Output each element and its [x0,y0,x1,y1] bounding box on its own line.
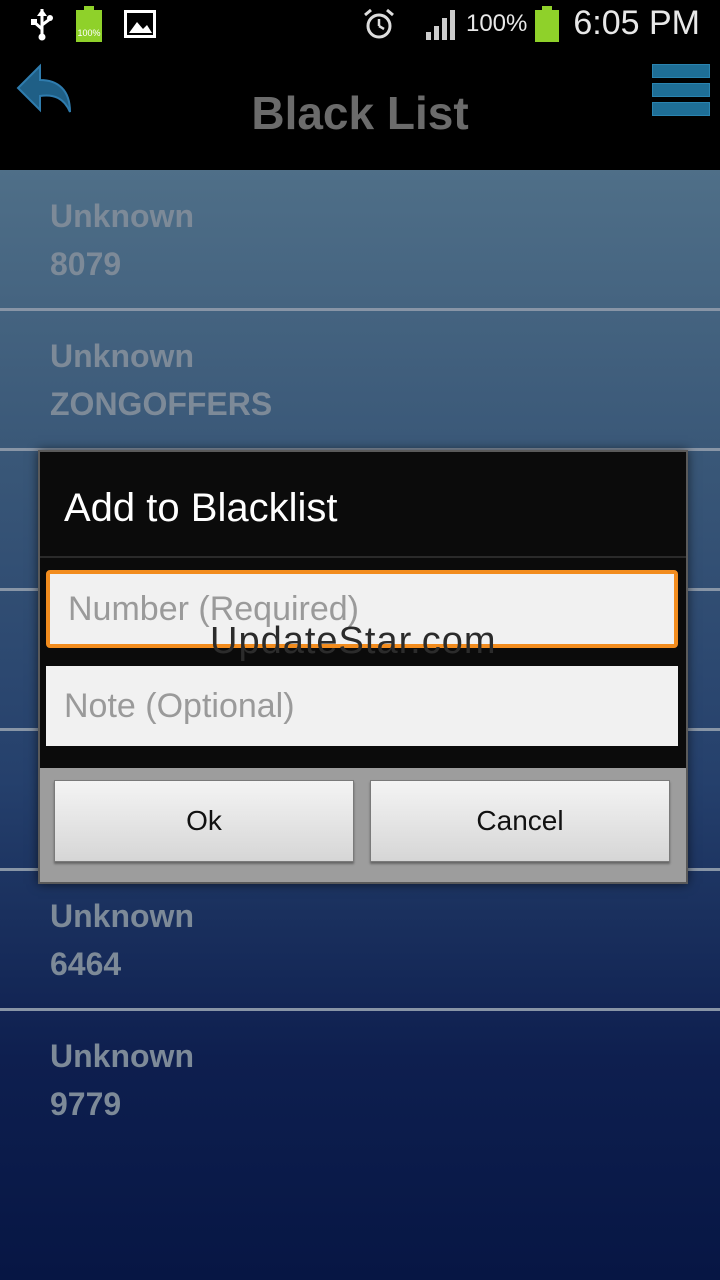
list-item[interactable]: Unknown 9779 [0,1010,720,1148]
number-field[interactable] [46,570,678,648]
usb-icon [31,9,53,41]
contact-name: Unknown [50,1038,194,1074]
contact-name: Unknown [50,198,194,234]
list-item[interactable]: Unknown 8079 [0,170,720,311]
battery-percent: 100% [465,9,528,37]
dialog-title: Add to Blacklist [64,486,338,530]
contact-number: 8079 [50,246,122,282]
contact-number: 9779 [50,1086,122,1122]
note-input[interactable] [46,666,678,746]
ok-button[interactable]: Ok [54,780,354,862]
alarm-icon [364,8,394,38]
title-bar: Black List [0,50,720,170]
contact-name: Unknown [50,338,194,374]
dialog-button-bar: Ok Cancel [40,768,686,882]
menu-button[interactable] [652,64,710,116]
menu-icon-bar [652,102,710,116]
signal-icon [425,9,455,40]
menu-icon-bar [652,64,710,78]
battery-icon-label: 100% [77,28,101,38]
list-item[interactable]: Unknown 6464 [0,870,720,1011]
contact-number: ZONGOFFERS [50,386,273,422]
cancel-button[interactable]: Cancel [370,780,670,862]
status-bar: 100% 100% 6:05 PM [0,0,720,50]
contact-name: Unknown [50,898,194,934]
menu-icon-bar [652,83,710,97]
page-title: Black List [251,87,469,139]
contact-number: 6464 [50,946,122,982]
image-icon [124,10,156,38]
battery-icon [535,5,560,42]
number-input[interactable] [50,574,674,644]
status-left-icons: 100% [30,6,156,42]
list-item[interactable]: Unknown ZONGOFFERS [0,310,720,451]
battery-full-icon: 100% [76,6,102,42]
dialog-divider [40,556,686,558]
status-right-icons: 100% 6:05 PM [362,4,700,43]
add-to-blacklist-dialog: Add to Blacklist Ok Cancel [38,450,688,884]
clock: 6:05 PM [573,4,700,42]
note-field[interactable] [46,666,678,746]
